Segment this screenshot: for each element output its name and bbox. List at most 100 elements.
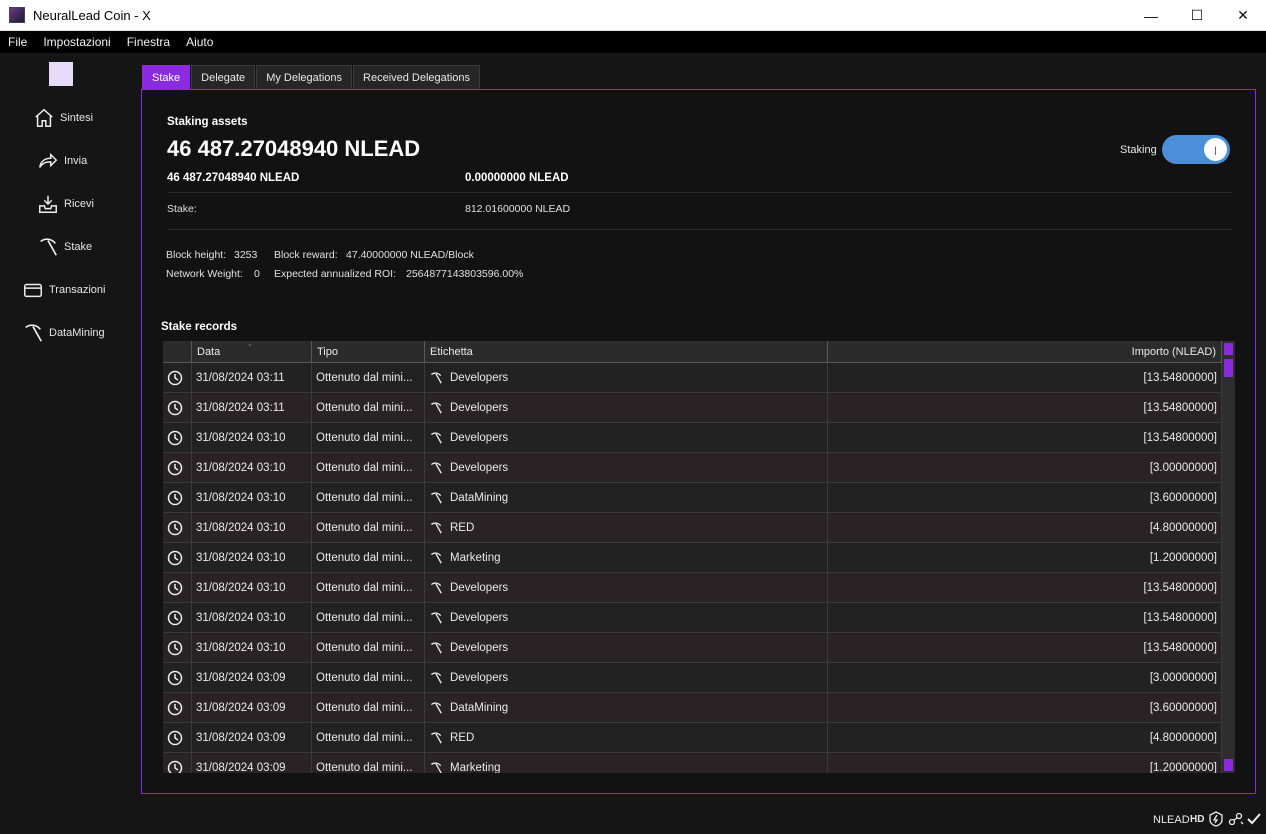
- column-tipo[interactable]: Tipo: [312, 341, 425, 363]
- row-status-cell: [163, 573, 192, 603]
- clock-icon: [167, 700, 183, 715]
- row-type: Ottenuto dal mini...: [312, 663, 425, 693]
- row-date: 31/08/2024 03:10: [192, 603, 312, 633]
- column-status[interactable]: [163, 341, 192, 363]
- row-amount: [13.54800000]: [828, 393, 1222, 423]
- table-row[interactable]: 31/08/2024 03:09 Ottenuto dal mini... Deve…: [163, 663, 1222, 693]
- table-row[interactable]: 31/08/2024 03:10 Ottenuto dal mini... Deve…: [163, 603, 1222, 633]
- table-row[interactable]: 31/08/2024 03:11 Ottenuto dal mini... Deve…: [163, 363, 1222, 393]
- pickaxe-icon: [430, 761, 442, 773]
- title-bar: NeuralLead Coin - X — ☐ ✕: [0, 0, 1266, 31]
- row-amount: [3.00000000]: [828, 453, 1222, 483]
- secondary-balance: 0.00000000 NLEAD: [465, 172, 569, 184]
- status-bar: NLEAD HD: [0, 808, 1266, 834]
- table-scrollbar[interactable]: [1222, 341, 1235, 773]
- menu-aiuto[interactable]: Aiuto: [178, 35, 221, 49]
- row-type: Ottenuto dal mini...: [312, 753, 425, 773]
- row-status-cell: [163, 453, 192, 483]
- table-row[interactable]: 31/08/2024 03:10 Ottenuto dal mini... Mark…: [163, 543, 1222, 573]
- scroll-thumb[interactable]: [1224, 359, 1233, 377]
- sidebar-item-label: Transazioni: [49, 284, 106, 296]
- row-status-cell: [163, 603, 192, 633]
- row-label-cell: RED: [425, 723, 828, 753]
- scroll-down-button[interactable]: [1224, 759, 1233, 771]
- sidebar-item-label: Sintesi: [60, 112, 94, 124]
- row-status-cell: [163, 423, 192, 453]
- sidebar-item-invia[interactable]: Invia: [37, 146, 147, 176]
- column-data[interactable]: ⌄ Data: [192, 341, 312, 363]
- row-amount: [13.54800000]: [828, 573, 1222, 603]
- pickaxe-icon: [430, 431, 442, 444]
- synced-check-icon: [1247, 813, 1261, 825]
- stake-records-title: Stake records: [161, 321, 238, 333]
- pickaxe-icon: [430, 461, 442, 474]
- roi-value: 2564877143803596.00%: [406, 268, 524, 280]
- row-amount: [13.54800000]: [828, 363, 1222, 393]
- clock-icon: [167, 430, 183, 445]
- row-label: Developers: [450, 371, 509, 384]
- table-row[interactable]: 31/08/2024 03:09 Ottenuto dal mini... Data…: [163, 693, 1222, 723]
- pickaxe-icon: [430, 401, 442, 414]
- sidebar-item-stake[interactable]: Stake: [37, 232, 147, 262]
- staking-toggle-label: Staking: [1120, 144, 1157, 156]
- row-label-cell: Developers: [425, 663, 828, 693]
- block-reward-value: 47.40000000 NLEAD/Block: [346, 249, 474, 261]
- sidebar-item-ricevi[interactable]: Ricevi: [37, 189, 147, 219]
- table-header: ⌄ Data Tipo Etichetta Importo (NLEAD): [163, 341, 1222, 363]
- column-importo[interactable]: Importo (NLEAD): [828, 341, 1222, 363]
- row-status-cell: [163, 483, 192, 513]
- sidebar-item-datamining[interactable]: DataMining: [22, 318, 132, 348]
- minimize-button[interactable]: —: [1128, 0, 1174, 31]
- pickaxe-icon: [430, 521, 442, 534]
- close-icon: ✕: [1237, 7, 1249, 23]
- pickaxe-icon: [40, 238, 57, 256]
- tab-my-delegations[interactable]: My Delegations: [256, 65, 353, 89]
- sidebar-item-sintesi[interactable]: Sintesi: [33, 103, 143, 133]
- clock-icon: [167, 760, 183, 773]
- row-date: 31/08/2024 03:11: [192, 363, 312, 393]
- tab-received-delegations[interactable]: Received Delegations: [353, 65, 481, 89]
- pickaxe-icon: [430, 611, 442, 624]
- staking-active-icon: [1209, 811, 1223, 827]
- maximize-icon: ☐: [1190, 7, 1204, 23]
- table-row[interactable]: 31/08/2024 03:09 Ottenuto dal mini... RED […: [163, 723, 1222, 753]
- sidebar: Sintesi Invia Ricevi Stake Transazioni D…: [0, 53, 135, 813]
- row-label-cell: Developers: [425, 453, 828, 483]
- tab-delegate[interactable]: Delegate: [191, 65, 256, 89]
- table-row[interactable]: 31/08/2024 03:10 Ottenuto dal mini... Deve…: [163, 633, 1222, 663]
- column-etichetta[interactable]: Etichetta: [425, 341, 828, 363]
- row-status-cell: [163, 753, 192, 773]
- receive-tray-icon: [39, 195, 57, 213]
- table-row[interactable]: 31/08/2024 03:09 Ottenuto dal mini... Mark…: [163, 753, 1222, 773]
- table-row[interactable]: 31/08/2024 03:10 Ottenuto dal mini... Deve…: [163, 453, 1222, 483]
- network-connections-icon: [1228, 812, 1244, 826]
- row-label: Developers: [450, 401, 509, 414]
- row-label: Developers: [450, 611, 509, 624]
- scroll-up-button[interactable]: [1224, 343, 1233, 355]
- clock-icon: [167, 400, 183, 415]
- row-type: Ottenuto dal mini...: [312, 543, 425, 573]
- table-row[interactable]: 31/08/2024 03:10 Ottenuto dal mini... Deve…: [163, 573, 1222, 603]
- sidebar-item-transazioni[interactable]: Transazioni: [22, 275, 132, 305]
- status-unit[interactable]: NLEAD: [1153, 814, 1190, 826]
- clock-icon: [167, 460, 183, 475]
- row-amount: [4.80000000]: [828, 513, 1222, 543]
- row-type: Ottenuto dal mini...: [312, 633, 425, 663]
- maximize-button[interactable]: ☐: [1174, 0, 1220, 31]
- row-amount: [3.00000000]: [828, 663, 1222, 693]
- close-button[interactable]: ✕: [1220, 0, 1266, 31]
- table-row[interactable]: 31/08/2024 03:11 Ottenuto dal mini... Deve…: [163, 393, 1222, 423]
- row-label: DataMining: [450, 491, 509, 504]
- menu-impostazioni[interactable]: Impostazioni: [35, 35, 118, 49]
- menu-file[interactable]: File: [0, 35, 35, 49]
- tab-stake[interactable]: Stake: [142, 65, 191, 89]
- staking-toggle[interactable]: |: [1162, 135, 1230, 164]
- table-row[interactable]: 31/08/2024 03:10 Ottenuto dal mini... Deve…: [163, 423, 1222, 453]
- row-label: RED: [450, 731, 475, 744]
- roi-label: Expected annualized ROI:: [274, 268, 396, 280]
- table-row[interactable]: 31/08/2024 03:10 Ottenuto dal mini... Data…: [163, 483, 1222, 513]
- menu-finestra[interactable]: Finestra: [119, 35, 178, 49]
- block-reward-label: Block reward:: [274, 249, 338, 261]
- table-row[interactable]: 31/08/2024 03:10 Ottenuto dal mini... RED […: [163, 513, 1222, 543]
- row-amount: [3.60000000]: [828, 483, 1222, 513]
